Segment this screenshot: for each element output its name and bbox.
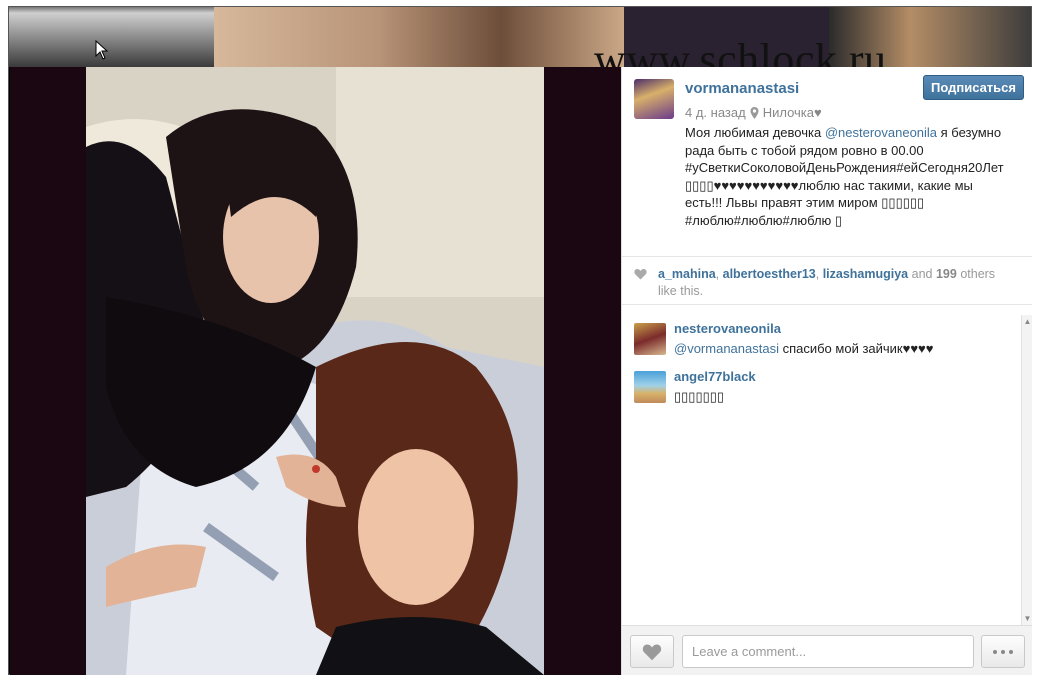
comment-text: @vormananastasi спасибо мой зайчик♥♥♥♥: [674, 341, 934, 356]
comment-text: ▯▯▯▯▯▯▯: [674, 389, 724, 405]
caption-text: я безумно рада быть с тобой рядом ровно …: [685, 125, 1004, 228]
follow-button[interactable]: Подписаться: [922, 75, 1024, 100]
heart-icon: [634, 268, 647, 280]
post-caption: Моя любимая девочка @nesterovaneonila я …: [685, 124, 1005, 229]
photo-image: [86, 67, 544, 675]
likes-text: a_mahina, albertoesther13, lizashamugiya…: [658, 267, 996, 298]
author-username[interactable]: vormananastasi: [685, 80, 799, 97]
post-sidebar: vormananastasi Подписаться 4 д. назад Ни…: [621, 67, 1032, 675]
background-thumbnail: [9, 7, 214, 67]
comment-avatar[interactable]: [634, 323, 666, 355]
author-avatar[interactable]: [634, 79, 674, 119]
ellipsis-icon: [1001, 649, 1005, 654]
caption-text: Моя любимая девочка: [685, 125, 825, 140]
post-time[interactable]: 4 д. назад: [685, 105, 746, 120]
post-photo[interactable]: [86, 67, 544, 675]
comment-body: ▯▯▯▯▯▯▯: [674, 389, 725, 404]
liker-link[interactable]: lizashamugiya: [823, 267, 908, 281]
comments-scrollbar[interactable]: ▲ ▼: [1021, 315, 1032, 625]
mouse-cursor-icon: [95, 40, 109, 60]
scroll-up-icon[interactable]: ▲: [1023, 317, 1032, 326]
comment-bar: [622, 625, 1032, 675]
comment-avatar[interactable]: [634, 371, 666, 403]
ellipsis-icon: [1009, 649, 1013, 654]
post-meta: 4 д. назад Нилочка♥: [685, 105, 822, 120]
comment-mention[interactable]: @vormananastasi: [674, 341, 779, 356]
like-button[interactable]: [630, 635, 674, 668]
likes-count[interactable]: 199: [936, 267, 957, 281]
comment-username[interactable]: angel77black: [674, 369, 756, 384]
heart-icon: [642, 643, 662, 660]
liker-link[interactable]: albertoesther13: [723, 267, 816, 281]
ellipsis-icon: [993, 649, 997, 654]
more-options-button[interactable]: [981, 635, 1025, 668]
likes-and: and: [911, 267, 933, 281]
scroll-down-icon[interactable]: ▼: [1023, 614, 1032, 623]
caption-mention[interactable]: @nesterovaneonila: [825, 125, 937, 140]
post-header: vormananastasi Подписаться 4 д. назад Ни…: [622, 67, 1032, 257]
comment-input[interactable]: [682, 635, 974, 668]
map-pin-icon: [750, 106, 759, 119]
liker-link[interactable]: a_mahina: [658, 267, 716, 281]
likes-row: a_mahina, albertoesther13, lizashamugiya…: [622, 257, 1032, 305]
comment-body: спасибо мой зайчик♥♥♥♥: [778, 341, 934, 356]
comment-username[interactable]: nesterovaneonila: [674, 321, 781, 336]
post-location[interactable]: Нилочка♥: [763, 105, 822, 120]
comments-list: nesterovaneonila @vormananastasi спасибо…: [622, 315, 1032, 625]
background-thumbnail: [214, 7, 624, 67]
